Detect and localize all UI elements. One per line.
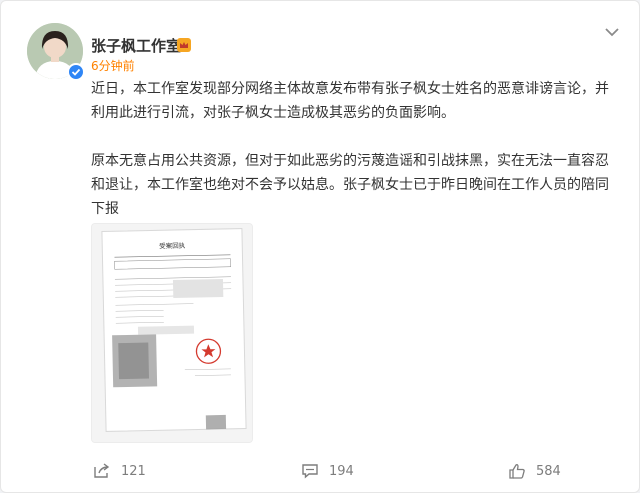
comment-icon <box>302 464 318 479</box>
comment-button[interactable]: 194 <box>301 459 354 483</box>
post-text: 近日，本工作室发现部分网络主体故意发布带有张子枫女士姓名的恶意诽谤言论，并利用此… <box>91 77 621 245</box>
share-button[interactable]: 121 <box>93 459 146 483</box>
weibo-post-card: 张子枫工作室 6分钟前 近日，本工作室发现部分网络主体故意发布带有张子枫女士姓名… <box>0 0 640 493</box>
like-button[interactable]: 584 <box>508 459 561 483</box>
document-title: 受案回执 <box>159 241 186 251</box>
document-image: 受案回执 <box>92 224 252 442</box>
share-count: 121 <box>121 463 146 479</box>
thumb-up-icon <box>509 463 525 479</box>
post-time[interactable]: 6分钟前 <box>91 57 135 74</box>
action-bar: 121 194 584 <box>1 453 640 489</box>
post-image[interactable]: 受案回执 <box>91 223 253 443</box>
chevron-down-icon[interactable] <box>603 25 621 39</box>
verified-badge-icon <box>67 63 85 81</box>
post-paragraph-1: 近日，本工作室发现部分网络主体故意发布带有张子枫女士姓名的恶意诽谤言论，并利用此… <box>91 81 609 121</box>
like-count: 584 <box>536 463 561 479</box>
post-paragraph-2: 原本无意占用公共资源，但对于如此恶劣的污蔑造谣和引战抹黑，实在无法一直容忍和退让… <box>91 153 609 217</box>
vip-crown-icon <box>177 38 191 52</box>
author-name[interactable]: 张子枫工作室 <box>91 35 181 56</box>
comment-count: 194 <box>329 463 354 479</box>
share-icon <box>94 463 110 478</box>
